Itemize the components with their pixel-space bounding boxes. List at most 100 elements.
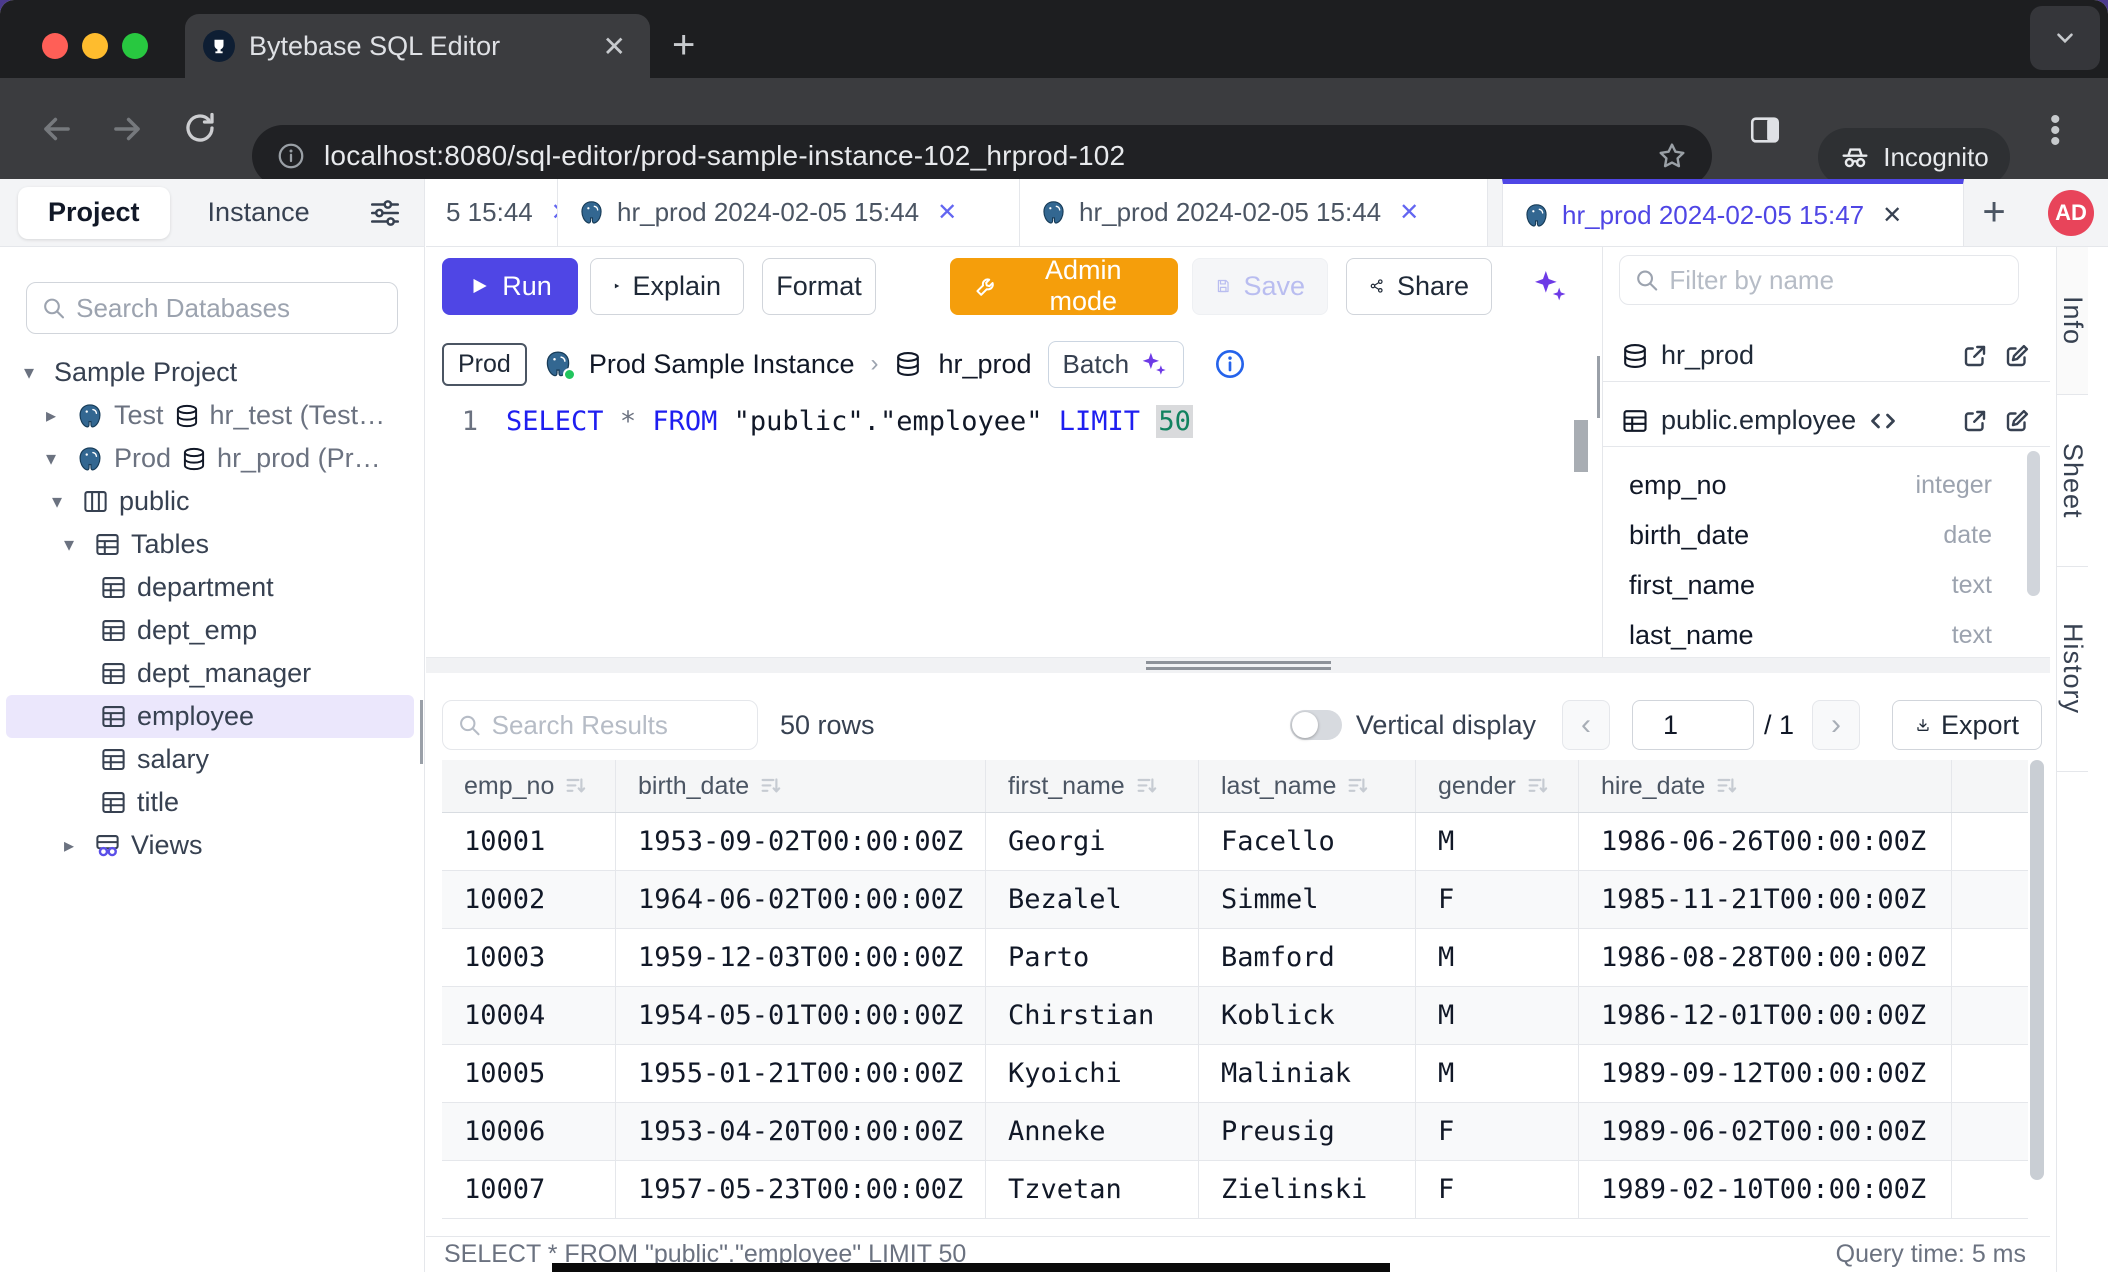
forward-icon[interactable] [108,110,146,148]
cell[interactable]: M [1416,813,1579,870]
schema-database-row[interactable]: hr_prod [1603,330,2050,382]
close-icon[interactable]: ✕ [551,198,558,227]
cell[interactable]: F [1416,1103,1579,1160]
cell[interactable]: Facello [1199,813,1416,870]
close-icon[interactable]: ✕ [1882,201,1902,230]
prev-page-button[interactable]: ‹ [1562,700,1610,750]
cell[interactable]: Bamford [1199,929,1416,986]
results-search[interactable] [442,700,758,750]
worksheet-tab-1[interactable]: 5 15:44 ✕ [426,179,558,246]
admin-mode-button[interactable]: Admin mode [950,258,1178,315]
tree-node-table-department[interactable]: department [0,566,420,609]
vertical-display-toggle[interactable] [1290,710,1342,740]
caret-down-icon[interactable]: ▾ [46,446,66,471]
schema-filter-input[interactable] [1669,265,2004,296]
grid-header-cell[interactable]: first_name [986,760,1199,812]
grid-header-cell[interactable]: last_name [1199,760,1416,812]
caret-down-icon[interactable]: ▾ [52,489,72,514]
caret-right-icon[interactable]: ▸ [64,833,84,858]
caret-right-icon[interactable]: ▸ [46,403,66,428]
save-button[interactable]: Save [1192,258,1328,315]
caret-down-icon[interactable]: ▾ [64,532,84,557]
export-button[interactable]: Export [1892,700,2042,750]
browser-menu-icon[interactable]: ••• [2050,114,2061,147]
tab-info[interactable]: Info [2057,247,2088,395]
bookmark-star-icon[interactable] [1656,140,1688,172]
worksheet-tab-3[interactable]: hr_prod 2024-02-05 15:44 ✕ [1020,179,1488,246]
worksheet-tab-4-active[interactable]: hr_prod 2024-02-05 15:47 ✕ [1502,179,1964,246]
cell[interactable]: M [1416,1045,1579,1102]
cell[interactable]: 10001 [442,813,616,870]
macos-zoom-button[interactable] [122,33,148,59]
cell[interactable]: Bezalel [986,871,1199,928]
database-search[interactable] [26,282,398,334]
url-bar[interactable]: localhost:8080/sql-editor/prod-sample-in… [252,125,1712,187]
table-row[interactable]: 100061953-04-20T00:00:00ZAnnekePreusigF1… [442,1103,2028,1161]
table-row[interactable]: 100071957-05-23T00:00:00ZTzvetanZielinsk… [442,1161,2028,1219]
worksheet-tab-2[interactable]: hr_prod 2024-02-05 15:44 ✕ [558,179,1020,246]
edit-icon[interactable] [2002,406,2032,436]
user-avatar[interactable]: AD [2048,190,2094,236]
tree-node-hr-prod[interactable]: ▾ Prod hr_prod (Pr… [0,437,420,480]
cell[interactable]: 1957-05-23T00:00:00Z [616,1161,986,1218]
schema-scrollbar[interactable] [2027,451,2040,596]
cell[interactable]: Anneke [986,1103,1199,1160]
table-row[interactable]: 100031959-12-03T00:00:00ZPartoBamfordM19… [442,929,2028,987]
grid-header-cell[interactable]: gender [1416,760,1579,812]
schema-column-row[interactable]: emp_no integer [1603,460,2050,510]
cell[interactable]: F [1416,1161,1579,1218]
new-worksheet-icon[interactable]: + [1964,179,2024,246]
tree-node-project[interactable]: ▾ Sample Project [0,351,420,394]
tab-history[interactable]: History [2057,567,2088,772]
sort-icon[interactable] [564,774,588,798]
cell[interactable]: 1953-04-20T00:00:00Z [616,1103,986,1160]
sort-icon[interactable] [1346,774,1370,798]
sort-icon[interactable] [759,774,783,798]
grid-header-cell[interactable]: birth_date [616,760,986,812]
tree-settings-icon[interactable] [368,196,402,230]
back-icon[interactable] [38,110,76,148]
cell[interactable]: 10004 [442,987,616,1044]
table-row[interactable]: 100021964-06-02T00:00:00ZBezalelSimmelF1… [442,871,2028,929]
cell[interactable]: Tzvetan [986,1161,1199,1218]
cell[interactable]: 1989-06-02T00:00:00Z [1579,1103,1952,1160]
browser-tab-close-icon[interactable]: ✕ [597,30,632,63]
schema-table-row[interactable]: public.employee [1603,395,2050,447]
side-panel-icon[interactable] [1748,113,1782,147]
tab-search-chevron-icon[interactable] [2030,6,2100,70]
next-page-button[interactable]: › [1812,700,1860,750]
table-row[interactable]: 100011953-09-02T00:00:00ZGeorgiFacelloM1… [442,813,2028,871]
schema-column-row[interactable]: first_name text [1603,560,2050,610]
tab-instance[interactable]: Instance [208,197,310,228]
tab-sheet[interactable]: Sheet [2057,395,2088,567]
macos-minimize-button[interactable] [82,33,108,59]
tree-node-table-dept-manager[interactable]: dept_manager [0,652,420,695]
new-tab-icon[interactable]: + [672,22,695,68]
cell[interactable]: 1989-02-10T00:00:00Z [1579,1161,1952,1218]
info-icon[interactable] [1214,348,1246,380]
cell[interactable]: 1989-09-12T00:00:00Z [1579,1045,1952,1102]
cell[interactable]: 1959-12-03T00:00:00Z [616,929,986,986]
sql-editor-line[interactable]: 1 SELECT * FROM "public"."employee" LIMI… [426,405,1562,438]
macos-close-button[interactable] [42,33,68,59]
cell[interactable]: 1955-01-21T00:00:00Z [616,1045,986,1102]
cell[interactable]: M [1416,929,1579,986]
grid-header-cell[interactable]: hire_date [1579,760,1952,812]
edit-icon[interactable] [2002,341,2032,371]
cell[interactable]: Kyoichi [986,1045,1199,1102]
tree-node-table-title[interactable]: title [0,781,420,824]
site-info-icon[interactable] [276,141,306,171]
schema-column-row[interactable]: birth_date date [1603,510,2050,560]
grid-header-cell[interactable]: emp_no [442,760,616,812]
reload-icon[interactable] [182,110,218,146]
cell[interactable]: Parto [986,929,1199,986]
caret-down-icon[interactable]: ▾ [24,360,44,385]
cell[interactable]: Zielinski [1199,1161,1416,1218]
tab-project[interactable]: Project [18,187,170,239]
tree-node-table-salary[interactable]: salary [0,738,420,781]
cell[interactable]: 1985-11-21T00:00:00Z [1579,871,1952,928]
share-button[interactable]: Share [1346,258,1492,315]
cell[interactable]: 1954-05-01T00:00:00Z [616,987,986,1044]
cell[interactable]: 1986-12-01T00:00:00Z [1579,987,1952,1044]
tree-node-hr-test[interactable]: ▸ Test hr_test (Test… [0,394,420,437]
